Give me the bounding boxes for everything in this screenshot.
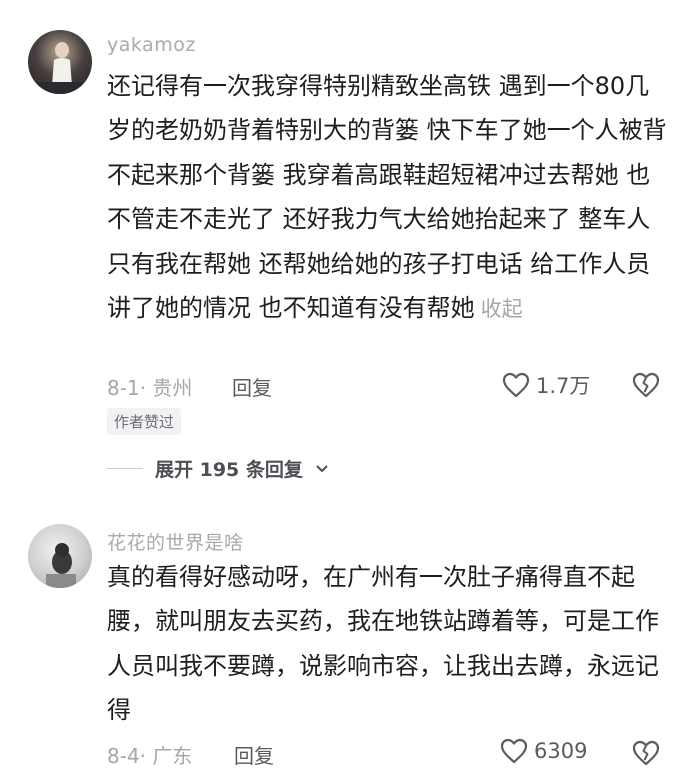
avatar[interactable] xyxy=(28,30,92,94)
comment-text: 真的看得好感动呀，在广州有一次肚子痛得直不起腰，就叫朋友去买药，我在地铁站蹲着等… xyxy=(107,563,659,725)
collapse-link[interactable]: 收起 xyxy=(481,297,523,321)
broken-heart-icon xyxy=(632,740,660,766)
like-button[interactable]: 1.7万 xyxy=(502,370,590,400)
dislike-button[interactable] xyxy=(632,739,660,767)
comment-date-location: 8-4· 广东 xyxy=(107,744,193,768)
like-count: 1.7万 xyxy=(536,374,591,398)
like-button[interactable]: 6309 xyxy=(500,738,587,764)
comment-date-location: 8-1· 贵州 xyxy=(107,376,193,400)
broken-heart-icon xyxy=(632,372,660,398)
comment-body: 还记得有一次我穿得特别精致坐高铁 遇到一个80几岁的老奶奶背着特别大的背篓 快下… xyxy=(107,72,667,323)
chevron-down-icon xyxy=(316,464,328,472)
username[interactable]: 花花的世界是啥 xyxy=(107,528,244,555)
expand-replies-button[interactable]: 展开 195 条回复 xyxy=(107,455,329,482)
heart-outline-icon xyxy=(502,372,530,398)
heart-outline-icon xyxy=(500,738,528,764)
username[interactable]: yakamoz xyxy=(107,34,196,56)
dislike-button[interactable] xyxy=(632,371,660,399)
avatar[interactable] xyxy=(28,524,92,588)
like-count: 6309 xyxy=(534,739,588,763)
reply-button[interactable]: 回复 xyxy=(234,740,274,769)
reply-button[interactable]: 回复 xyxy=(232,372,272,401)
comment-item: yakamoz 还记得有一次我穿得特别精致坐高铁 遇到一个80几岁的老奶奶背着特… xyxy=(0,0,690,500)
divider xyxy=(107,468,143,469)
avatar-figure-icon xyxy=(38,42,82,94)
avatar-dog-icon xyxy=(46,543,76,588)
comment-text: 还记得有一次我穿得特别精致坐高铁 遇到一个80几岁的老奶奶背着特别大的背篓 快下… xyxy=(107,64,667,331)
expand-replies-label: 展开 195 条回复 xyxy=(155,459,303,481)
comment-item: 花花的世界是啥 真的看得好感动呀，在广州有一次肚子痛得直不起腰，就叫朋友去买药，… xyxy=(0,500,690,774)
author-liked-badge: 作者赞过 xyxy=(107,408,182,435)
